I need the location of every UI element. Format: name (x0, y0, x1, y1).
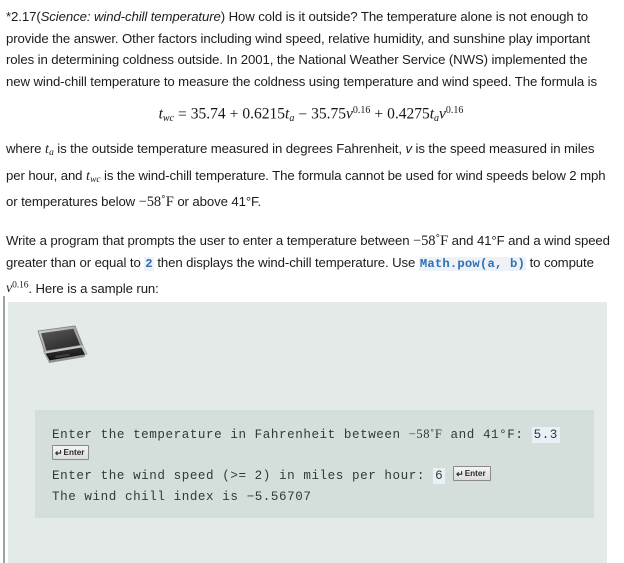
formula-var-3: v (345, 105, 353, 123)
exercise-paragraph-1: *2.17(Science: wind-chill temperature) H… (6, 6, 610, 92)
sample-run-panel: Enter the temperature in Fahrenheit betw… (8, 302, 607, 563)
left-margin-rule (3, 296, 5, 563)
console-line-2: Enter the wind speed (>= 2) in miles per… (52, 466, 594, 487)
para3-seg-1: Write a program that prompts the user to… (6, 232, 414, 248)
console-lines-2: Enter the wind speed (>= 2) in miles per… (35, 466, 594, 508)
prompt-temperature-text: Enter the temperature in Fahrenheit betw… (52, 428, 409, 442)
enter-row-1: ↵Enter (35, 445, 594, 466)
result-text: The wind chill index is (52, 490, 247, 504)
input-value-temperature[interactable]: 5.3 (531, 427, 560, 443)
enter-arrow-icon-2: ↵ (456, 468, 464, 479)
formula-op-3: + (374, 105, 384, 123)
exercise-prose: *2.17(Science: wind-chill temperature) H… (0, 0, 624, 300)
exercise-title: Science: wind-chill temperature (40, 9, 221, 24)
formula-var-4b-exp: 0.16 (445, 105, 464, 116)
formula-const-3: 35.75 (311, 105, 346, 123)
formula-var-3-exp: 0.16 (352, 105, 371, 116)
prompt-temperature-high: 41°F (482, 428, 516, 442)
prompt-temperature-low: −58˚F (408, 427, 443, 441)
formula-op-2: − (298, 105, 308, 123)
var-ta: ta (45, 142, 54, 158)
laptop-icon (37, 325, 88, 363)
var-v-power-exp: 0.16 (12, 280, 29, 291)
prompt-temperature-colon: : (515, 428, 532, 442)
para2-high-temp: 41°F (231, 194, 258, 210)
input-value-wind-speed[interactable]: 6 (433, 468, 446, 484)
result-value: −5.56707 (246, 490, 312, 504)
enter-key-label-1: Enter (63, 448, 85, 457)
console-line-3: The wind chill index is −5.56707 (52, 487, 594, 508)
para3-seg-4: then displays the wind-chill temperature… (153, 255, 419, 271)
para3-high-temp: 41°F (476, 232, 505, 248)
var-v-power: v0.16 (6, 280, 29, 297)
exercise-paragraph-2: where ta is the outside temperature meas… (6, 138, 610, 214)
formula-equals: = (178, 105, 187, 123)
enter-arrow-icon: ↵ (55, 447, 63, 458)
para2-seg-1: where (6, 141, 45, 156)
formula-const-4: 0.4275 (387, 105, 430, 123)
formula-const-2: 0.6215 (242, 105, 285, 123)
para3-seg-2: and (448, 232, 477, 248)
para2-seg-2: is the outside temperature measured in d… (53, 141, 406, 156)
formula-const-1: 35.74 (190, 105, 226, 123)
wind-chill-formula: twc = 35.74 +0.6215ta −35.75v0.16 +0.4275tav0… (159, 105, 464, 124)
console-output-box: Enter the temperature in Fahrenheit betw… (35, 410, 594, 518)
prompt-temperature-mid: and (442, 428, 483, 442)
para3-low-temp: −58˚F (413, 232, 449, 249)
var-twc: twc (86, 169, 101, 185)
prompt-wind-speed-text: Enter the wind speed (>= 2) in miles per… (52, 469, 434, 483)
exercise-number: *2.17 (6, 9, 37, 24)
para3-seg-6: . Here is a sample run: (28, 280, 159, 296)
console-line-1: Enter the temperature in Fahrenheit betw… (52, 424, 594, 445)
formula-lhs-sub: wc (162, 113, 174, 124)
var-twc-sub: wc (90, 174, 101, 185)
para2-low-temp: −58˚F (138, 194, 174, 211)
wind-chill-formula-block: twc = 35.74 +0.6215ta −35.75v0.16 +0.4275tav0… (6, 105, 610, 124)
code-literal-two: 2 (144, 257, 154, 272)
console-lines: Enter the temperature in Fahrenheit betw… (35, 410, 594, 445)
exercise-paragraph-3: Write a program that prompts the user to… (6, 230, 610, 300)
paragraph-spacer-1 (6, 214, 610, 230)
enter-key-button-1[interactable]: ↵Enter (52, 445, 90, 460)
enter-key-button-2[interactable]: ↵Enter (453, 466, 491, 481)
code-math-pow: Math.pow(a, b) (418, 257, 527, 272)
para2-seg-6: . (257, 194, 262, 210)
formula-op-1: + (229, 105, 239, 123)
enter-key-label-2: Enter (464, 469, 486, 478)
para3-seg-5: to compute (526, 255, 594, 271)
formula-var-4b: v (439, 105, 446, 123)
para2-seg-5: or above (173, 194, 232, 210)
